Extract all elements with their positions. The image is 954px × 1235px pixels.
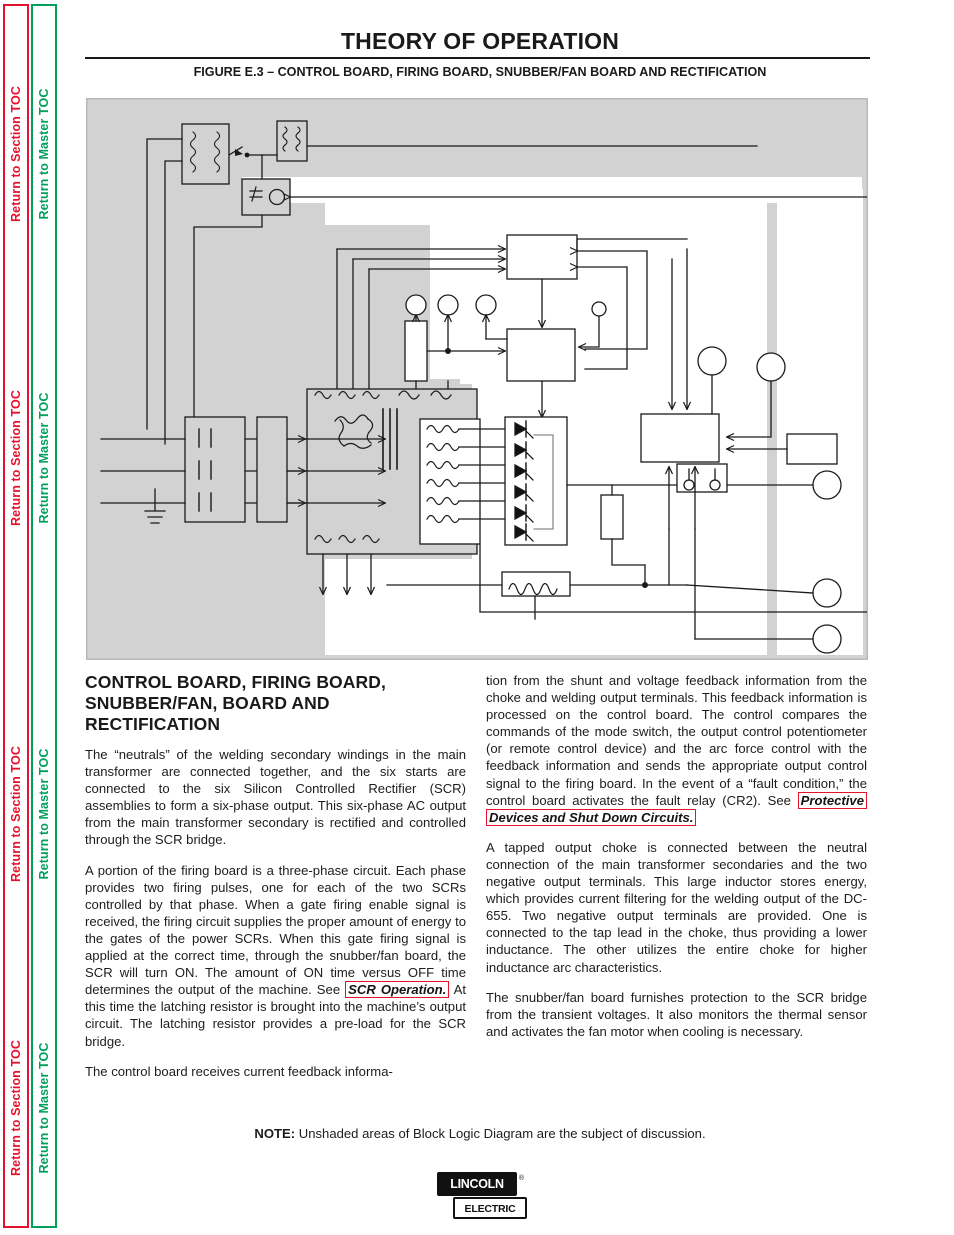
aux-block	[786, 433, 838, 465]
logo-word-electric: ELECTRIC	[464, 1203, 516, 1215]
page-title: THEORY OF OPERATION	[340, 28, 620, 54]
registered-trademark-icon: ®	[518, 1175, 524, 1182]
paragraph: The “neutrals” of the welding secondary …	[85, 747, 466, 848]
terminal-node	[756, 352, 786, 382]
firing-board-block	[506, 234, 578, 280]
reactor-symbol	[181, 123, 230, 185]
logo-top-bar: LINCOLN ®	[437, 1172, 524, 1196]
paragraph: A tapped output choke is connected betwe…	[486, 839, 867, 975]
right-text-column: tion from the shunt and voltage feedback…	[486, 672, 867, 1040]
output-terminal	[812, 578, 842, 608]
section-heading: CONTROL BOARD, FIRING BOARD, SNUBBER/FAN…	[85, 672, 386, 734]
note-line: NOTE: Unshaded areas of Block Logic Diag…	[85, 1126, 875, 1141]
paragraph: tion from the shunt and voltage feedback…	[486, 672, 867, 826]
return-to-master-toc-label[interactable]: Return to Master TOC	[37, 89, 51, 220]
xref-link-scr-operation[interactable]: SCR Operation.	[345, 981, 450, 999]
thermostat-symbol	[241, 178, 291, 216]
return-to-section-toc-bar[interactable]: Return to Section TOC Return to Section …	[3, 4, 29, 1228]
paragraph-text: tion from the shunt and voltage feedback…	[486, 673, 867, 808]
title-divider	[85, 57, 870, 59]
return-to-section-toc-label[interactable]: Return to Section TOC	[9, 1040, 23, 1176]
return-to-section-toc-label[interactable]: Return to Section TOC	[9, 86, 23, 222]
output-terminal	[812, 470, 842, 500]
paragraph-text: A portion of the firing board is a three…	[85, 862, 466, 998]
return-to-section-toc-label[interactable]: Return to Section TOC	[9, 746, 23, 882]
reactor-symbol-2	[276, 120, 308, 162]
block-logic-diagram	[86, 98, 868, 660]
paragraph: A portion of the firing board is a three…	[85, 862, 466, 1050]
paragraph: The control board receives current feedb…	[85, 1063, 393, 1079]
note-text: Unshaded areas of Block Logic Diagram ar…	[298, 1126, 706, 1141]
ground-symbol	[144, 488, 166, 524]
output-terminal	[812, 624, 842, 654]
return-to-master-toc-label[interactable]: Return to Master TOC	[37, 393, 51, 524]
block-logic-diagram-svg	[87, 99, 867, 659]
figure-caption: FIGURE E.3 – CONTROL BOARD, FIRING BOARD…	[193, 65, 767, 79]
control-board-block	[640, 413, 720, 463]
terminal-node	[591, 301, 607, 317]
page-content: THEORY OF OPERATION FIGURE E.3 – CONTROL…	[85, 0, 875, 1235]
shunt-symbol	[676, 463, 728, 493]
logo-word-lincoln: LINCOLN	[450, 1177, 504, 1191]
note-label: NOTE:	[254, 1126, 296, 1141]
scr-bridge	[504, 416, 568, 546]
paragraph: The snubber/fan board furnishes protecti…	[486, 989, 867, 1039]
return-to-master-toc-bar[interactable]: Return to Master TOC Return to Master TO…	[31, 4, 57, 1228]
capacitor-bank	[184, 416, 246, 523]
return-to-master-toc-label[interactable]: Return to Master TOC	[37, 1043, 51, 1174]
return-to-master-toc-label[interactable]: Return to Master TOC	[37, 749, 51, 880]
latching-resistor	[600, 494, 624, 540]
logo-bottom-bar: ELECTRIC	[453, 1197, 527, 1219]
terminal-node	[405, 294, 427, 316]
terminal-node	[437, 294, 459, 316]
snubber-fan-block	[506, 328, 576, 382]
return-to-section-toc-label[interactable]: Return to Section TOC	[9, 390, 23, 526]
line-filter-block	[256, 416, 288, 523]
terminal-node	[697, 346, 727, 376]
terminal-node	[475, 294, 497, 316]
left-text-column: CONTROL BOARD, FIRING BOARD, SNUBBER/FAN…	[85, 672, 466, 1080]
lincoln-electric-logo: LINCOLN ® ELECTRIC	[437, 1172, 527, 1219]
